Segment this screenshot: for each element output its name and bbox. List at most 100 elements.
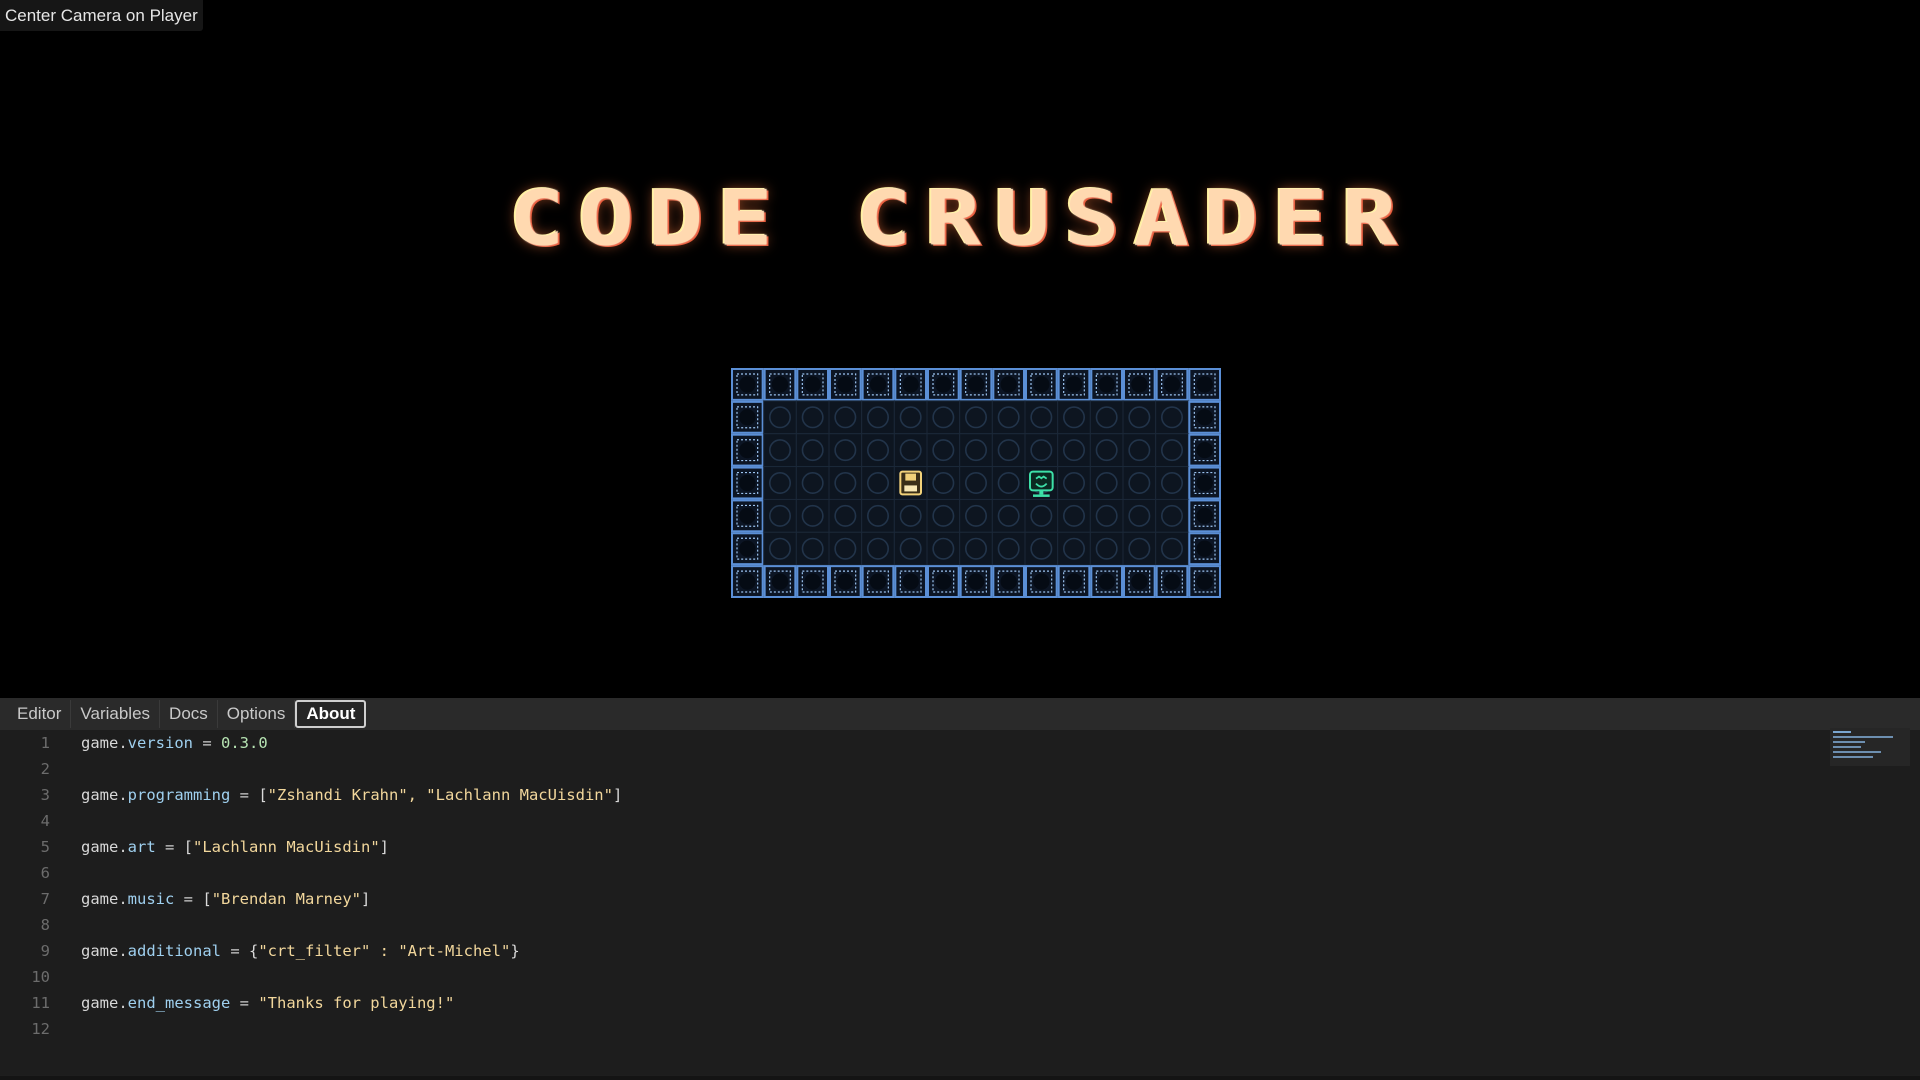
floor-tile <box>1057 531 1091 566</box>
code-operator: = <box>221 942 249 960</box>
floor-tile <box>795 531 830 566</box>
code-bracket: ] <box>361 890 371 908</box>
floor-tile <box>926 531 961 566</box>
line-number: 6 <box>40 864 50 882</box>
wall-tile <box>731 433 764 467</box>
floor-tile <box>1122 466 1157 500</box>
floor-tile <box>861 498 895 533</box>
floor-tile <box>991 498 1026 533</box>
code-line[interactable]: 4 <box>0 808 1830 834</box>
tab-about[interactable]: About <box>295 700 367 728</box>
center-camera-button[interactable]: Center Camera on Player <box>0 0 203 31</box>
wall-tile <box>992 565 1026 598</box>
code-operator: = <box>193 734 221 752</box>
wall-tile <box>861 368 895 401</box>
floor-tile <box>861 400 895 435</box>
floor-tile <box>991 400 1026 435</box>
floor-tile <box>861 466 895 500</box>
wall-tile <box>829 368 862 401</box>
floor-tile <box>1089 531 1124 566</box>
floor-tile <box>861 433 895 468</box>
line-number: 10 <box>31 968 50 986</box>
floor-tile <box>828 466 863 500</box>
code-line[interactable]: 11 game.end_message = "Thanks for playing… <box>0 990 1830 1016</box>
wall-tile <box>894 368 927 401</box>
wall-tile <box>1057 565 1091 598</box>
game-viewport[interactable]: CODE CRUSADER <box>0 0 1920 698</box>
code-operator: = <box>230 994 259 1012</box>
wall-tile <box>796 368 830 401</box>
tab-editor[interactable]: Editor <box>8 700 72 728</box>
floor-tile <box>795 433 830 468</box>
code-line[interactable]: 6 <box>0 860 1830 886</box>
wall-tile <box>1188 565 1221 598</box>
floor-tile <box>1155 498 1189 533</box>
tab-docs[interactable]: Docs <box>160 700 218 728</box>
floor-tile <box>763 531 797 566</box>
floor-tile <box>959 498 993 533</box>
floor-tile <box>1122 498 1157 533</box>
floor-tile <box>763 498 797 533</box>
code-bracket: } <box>510 942 520 960</box>
code-property: programming <box>127 786 231 804</box>
floor-tile <box>893 531 928 566</box>
floor-tile <box>926 466 961 500</box>
code-bracket: ] <box>379 838 389 856</box>
code-line[interactable]: 2 <box>0 756 1830 782</box>
line-number: 4 <box>40 812 50 830</box>
floor-tile <box>1155 466 1189 500</box>
code-minimap[interactable] <box>1830 728 1910 766</box>
floor-tile <box>959 531 993 566</box>
code-text: game.additional = {"crt_filter" : "Art-M… <box>81 942 520 960</box>
wall-tile <box>1123 565 1156 598</box>
code-line[interactable]: 9 game.additional = {"crt_filter" : "Art-… <box>0 938 1830 964</box>
code-text: game.end_message = "Thanks for playing!" <box>81 994 454 1012</box>
code-line[interactable]: 7 game.music = ["Brendan Marney"] <box>0 886 1830 912</box>
code-dot: . <box>118 838 128 856</box>
code-operator: = <box>230 786 259 804</box>
minimap-line <box>1833 751 1881 753</box>
floor-tile <box>926 400 961 435</box>
wall-tile <box>894 565 927 598</box>
code-line[interactable]: 8 <box>0 912 1830 938</box>
floor-tile <box>1122 531 1157 566</box>
code-line[interactable]: 3 game.programming = ["Zshandi Krahn", "L… <box>0 782 1830 808</box>
wall-tile <box>763 565 797 598</box>
code-property: version <box>127 734 193 752</box>
tab-options[interactable]: Options <box>218 700 296 728</box>
tab-variables[interactable]: Variables <box>71 700 161 728</box>
code-dot: . <box>118 994 128 1012</box>
line-number: 11 <box>31 994 50 1012</box>
editor-panel: Editor Variables Docs Options About 1 gam… <box>0 698 1920 1080</box>
wall-tile <box>1155 368 1189 401</box>
code-editor[interactable]: 1 game.version = 0.3.0 2 3 game.programming … <box>0 730 1920 1075</box>
code-line[interactable]: 10 <box>0 964 1830 990</box>
wall-tile <box>959 368 993 401</box>
tab-bar: Editor Variables Docs Options About <box>0 698 1920 730</box>
code-text: game.programming = ["Zshandi Krahn", "La… <box>81 786 622 804</box>
code-property: art <box>127 838 156 856</box>
floor-tile <box>1155 531 1189 566</box>
code-bracket: [ <box>258 786 268 804</box>
wall-tile <box>763 368 797 401</box>
code-dot: . <box>118 942 128 960</box>
code-object: game <box>81 994 119 1012</box>
floppy-disk-icon <box>899 470 922 496</box>
line-number: 5 <box>40 838 50 856</box>
floor-tile <box>861 531 895 566</box>
code-bracket: { <box>249 942 259 960</box>
minimap-line <box>1833 731 1851 733</box>
code-line[interactable]: 1 game.version = 0.3.0 <box>0 730 1830 756</box>
floor-tile <box>763 400 797 435</box>
wall-tile <box>959 565 993 598</box>
code-line[interactable]: 12 <box>0 1016 1830 1042</box>
code-property: end_message <box>127 994 231 1012</box>
game-title: CODE CRUSADER <box>508 174 1412 263</box>
floor-tile <box>1155 433 1189 468</box>
wall-tile <box>731 400 764 434</box>
floor-tile <box>1122 400 1157 435</box>
game-window: CODE CRUSADER Center Camera on Player Ed… <box>0 0 1920 1080</box>
code-value: "Brendan Marney" <box>211 890 361 908</box>
wall-tile <box>861 565 895 598</box>
code-line[interactable]: 5 game.art = ["Lachlann MacUisdin"] <box>0 834 1830 860</box>
